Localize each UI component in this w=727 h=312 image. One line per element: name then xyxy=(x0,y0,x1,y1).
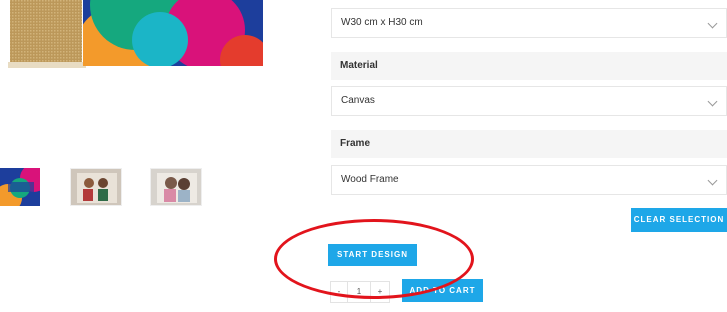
material-select[interactable]: Canvas xyxy=(331,86,727,116)
canvas-artwork-image xyxy=(0,0,265,70)
frame-label: Frame xyxy=(331,130,727,158)
thumbnail-1[interactable] xyxy=(0,168,40,206)
frame-select-value: Wood Frame xyxy=(341,174,399,185)
frame-select[interactable]: Wood Frame xyxy=(331,165,727,195)
chevron-down-icon xyxy=(707,18,718,29)
clear-selection-button[interactable]: CLEAR SELECTION xyxy=(631,208,727,232)
start-design-button[interactable]: START DESIGN xyxy=(328,244,417,266)
thumbnail-2[interactable] xyxy=(70,168,122,206)
quantity-decrease-button[interactable]: - xyxy=(330,281,348,303)
product-main-image xyxy=(0,0,265,70)
chevron-down-icon xyxy=(707,96,718,107)
thumbnail-3[interactable] xyxy=(150,168,202,206)
material-select-value: Canvas xyxy=(341,95,375,106)
add-to-cart-button[interactable]: ADD TO CART xyxy=(402,279,483,302)
material-label: Material xyxy=(331,52,727,80)
quantity-input[interactable]: 1 xyxy=(347,281,371,303)
size-select[interactable]: W30 cm x H30 cm xyxy=(331,8,727,38)
size-select-value: W30 cm x H30 cm xyxy=(341,17,423,28)
chevron-down-icon xyxy=(707,175,718,186)
quantity-increase-button[interactable]: + xyxy=(370,281,390,303)
